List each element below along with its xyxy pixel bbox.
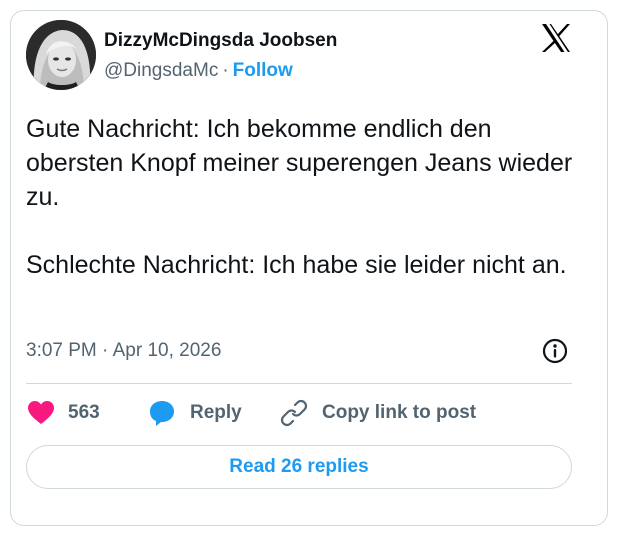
link-icon [280, 399, 308, 427]
avatar[interactable] [26, 20, 96, 90]
like-button[interactable]: 563 [28, 397, 100, 429]
heart-icon [28, 401, 54, 424]
post-timestamp[interactable]: 3:07 PM · Apr 10, 2026 [26, 340, 221, 362]
author-name[interactable]: DizzyMcDingsda Joobsen [104, 30, 337, 52]
post-paragraph: Schlechte Nachricht: Ich habe sie leider… [26, 251, 567, 279]
follow-link[interactable]: Follow [233, 60, 293, 81]
copy-link-button[interactable]: Copy link to post [280, 397, 476, 429]
read-replies-button[interactable]: Read 26 replies [26, 445, 572, 489]
divider [26, 383, 572, 384]
info-icon[interactable] [542, 338, 568, 364]
post-text: Gute Nachricht: Ich bekomme endlich den … [26, 112, 586, 282]
read-replies-label: Read 26 replies [229, 456, 369, 477]
separator-dot: · [222, 60, 229, 81]
speech-bubble-icon [150, 401, 174, 426]
author-handle[interactable]: @DingsdaMc [104, 60, 218, 81]
reply-label: Reply [190, 402, 242, 423]
x-logo-icon[interactable] [540, 23, 572, 53]
copy-link-label: Copy link to post [322, 402, 477, 423]
post-paragraph: Gute Nachricht: Ich bekomme endlich den … [26, 115, 573, 211]
action-bar: 563 Reply Copy link to post [26, 397, 572, 429]
like-count: 563 [68, 402, 100, 423]
reply-button[interactable]: Reply [148, 397, 242, 429]
author-handle-row: @DingsdaMc · Follow [104, 60, 293, 82]
